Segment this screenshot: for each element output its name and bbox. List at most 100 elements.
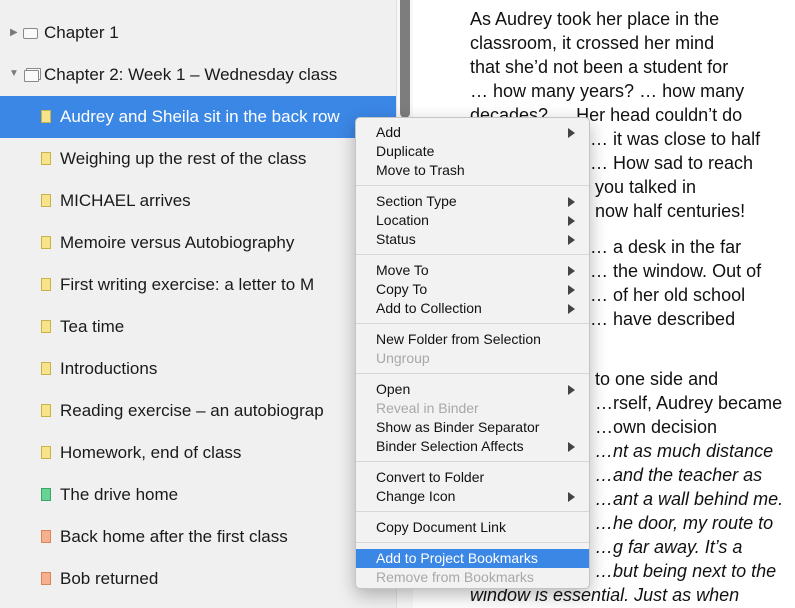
text-line: that she’d not been a student for <box>470 57 729 77</box>
submenu-arrow-icon <box>568 304 575 314</box>
menu-item-remove-from-bookmarks: Remove from Bookmarks <box>356 568 589 587</box>
document-icon <box>41 194 51 207</box>
binder-item-label: Introductions <box>60 359 158 378</box>
menu-item-label: Status <box>376 231 416 247</box>
binder-item-memoire[interactable]: Memoire versus Autobiography <box>0 222 396 264</box>
menu-separator <box>356 185 589 186</box>
menu-item-new-folder-from-selection[interactable]: New Folder from Selection <box>356 330 589 349</box>
menu-separator <box>356 323 589 324</box>
menu-item-move-to[interactable]: Move To <box>356 261 589 280</box>
binder-item-chapter-2[interactable]: ▼ Chapter 2: Week 1 – Wednesday class <box>0 54 396 96</box>
document-icon <box>41 320 51 333</box>
submenu-arrow-icon <box>568 385 575 395</box>
menu-separator <box>356 542 589 543</box>
document-icon <box>41 236 51 249</box>
text-line: classroom, it crossed her mind <box>470 33 715 53</box>
binder-item-label: Audrey and Sheila sit in the back row <box>60 107 340 126</box>
menu-separator <box>356 373 589 374</box>
binder-item-drive-home[interactable]: The drive home <box>0 474 396 516</box>
document-icon <box>41 110 51 123</box>
menu-item-duplicate[interactable]: Duplicate <box>356 142 589 161</box>
menu-item-label: Duplicate <box>376 143 435 159</box>
submenu-arrow-icon <box>568 285 575 295</box>
menu-item-open[interactable]: Open <box>356 380 589 399</box>
menu-item-change-icon[interactable]: Change Icon <box>356 487 589 506</box>
document-icon <box>41 152 51 165</box>
menu-item-label: Move To <box>376 262 429 278</box>
menu-item-label: Open <box>376 381 411 397</box>
menu-item-label: Section Type <box>376 193 457 209</box>
binder-item-label: Memoire versus Autobiography <box>60 233 295 252</box>
binder-item-label: Back home after the first class <box>60 527 288 546</box>
menu-item-add[interactable]: Add <box>356 123 589 142</box>
binder-item-back-home[interactable]: Back home after the first class <box>0 516 396 558</box>
menu-item-label: New Folder from Selection <box>376 331 541 347</box>
submenu-arrow-icon <box>568 197 575 207</box>
text-line: … how many years? … how many <box>470 81 745 101</box>
menu-item-label: Show as Binder Separator <box>376 419 540 435</box>
binder-item-reading-exercise[interactable]: Reading exercise – an autobiograp <box>0 390 396 432</box>
binder-item-introductions[interactable]: Introductions <box>0 348 396 390</box>
disclosure-down-icon[interactable]: ▼ <box>9 68 19 79</box>
text-line: As Audrey took her place in the <box>470 9 720 29</box>
disclosure-right-icon[interactable]: ▶ <box>10 27 18 38</box>
binder-item-michael-arrives[interactable]: MICHAEL arrives <box>0 180 396 222</box>
document-icon <box>41 362 51 375</box>
menu-item-label: Copy To <box>376 281 428 297</box>
submenu-arrow-icon <box>568 235 575 245</box>
menu-item-location[interactable]: Location <box>356 211 589 230</box>
menu-item-label: Move to Trash <box>376 162 465 178</box>
binder-item-audrey-and-sheila[interactable]: Audrey and Sheila sit in the back row <box>0 96 396 138</box>
binder-item-label: Tea time <box>60 317 125 336</box>
menu-item-convert-to-folder[interactable]: Convert to Folder <box>356 468 589 487</box>
menu-separator <box>356 254 589 255</box>
menu-item-show-as-binder-separator[interactable]: Show as Binder Separator <box>356 418 589 437</box>
menu-item-label: Convert to Folder <box>376 469 485 485</box>
document-icon <box>41 278 51 291</box>
binder-item-label: Bob returned <box>60 569 159 588</box>
binder-item-first-writing-exercise[interactable]: First writing exercise: a letter to M <box>0 264 396 306</box>
menu-item-label: Copy Document Link <box>376 519 506 535</box>
binder-sidebar: ▶ Chapter 1 ▼ Chapter 2: Week 1 – Wednes… <box>0 0 396 608</box>
context-menu: Add Duplicate Move to Trash Section Type… <box>355 117 590 589</box>
submenu-arrow-icon <box>568 128 575 138</box>
scrollbar-thumb[interactable] <box>400 0 410 118</box>
menu-item-label: Ungroup <box>376 350 430 366</box>
menu-item-add-to-collection[interactable]: Add to Collection <box>356 299 589 318</box>
menu-separator <box>356 461 589 462</box>
document-icon <box>41 446 51 459</box>
binder-item-label: First writing exercise: a letter to M <box>60 275 315 294</box>
submenu-arrow-icon <box>568 492 575 502</box>
binder-item-label: Chapter 1 <box>44 23 119 42</box>
menu-item-label: Add to Project Bookmarks <box>376 550 538 566</box>
menu-item-label: Remove from Bookmarks <box>376 569 534 585</box>
stack-folder-icon <box>24 70 39 82</box>
menu-item-status[interactable]: Status <box>356 230 589 249</box>
menu-item-label: Reveal in Binder <box>376 400 479 416</box>
submenu-arrow-icon <box>568 442 575 452</box>
binder-item-bob-returned[interactable]: Bob returned <box>0 558 396 600</box>
binder-item-weighing-up[interactable]: Weighing up the rest of the class <box>0 138 396 180</box>
menu-item-copy-document-link[interactable]: Copy Document Link <box>356 518 589 537</box>
menu-item-ungroup: Ungroup <box>356 349 589 368</box>
menu-item-label: Add to Collection <box>376 300 482 316</box>
folder-icon <box>23 28 38 39</box>
document-icon <box>41 488 51 501</box>
submenu-arrow-icon <box>568 216 575 226</box>
menu-separator <box>356 511 589 512</box>
menu-item-copy-to[interactable]: Copy To <box>356 280 589 299</box>
document-icon <box>41 530 51 543</box>
binder-item-label: MICHAEL arrives <box>60 191 191 210</box>
binder-item-chapter-1[interactable]: ▶ Chapter 1 <box>0 12 396 54</box>
menu-item-label: Binder Selection Affects <box>376 438 524 454</box>
submenu-arrow-icon <box>568 266 575 276</box>
binder-item-tea-time[interactable]: Tea time <box>0 306 396 348</box>
menu-item-reveal-in-binder: Reveal in Binder <box>356 399 589 418</box>
menu-item-section-type[interactable]: Section Type <box>356 192 589 211</box>
menu-item-binder-selection-affects[interactable]: Binder Selection Affects <box>356 437 589 456</box>
menu-item-add-to-project-bookmarks[interactable]: Add to Project Bookmarks <box>356 549 589 568</box>
menu-item-move-to-trash[interactable]: Move to Trash <box>356 161 589 180</box>
menu-item-label: Add <box>376 124 401 140</box>
binder-item-homework[interactable]: Homework, end of class <box>0 432 396 474</box>
binder-item-label: Homework, end of class <box>60 443 242 462</box>
